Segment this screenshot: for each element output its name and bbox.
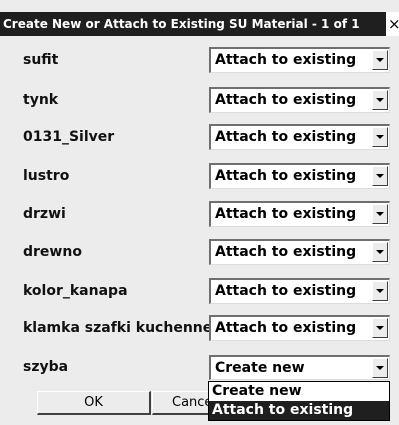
dropdown-option-attach-existing[interactable]: Attach to existing (209, 401, 389, 420)
ok-button[interactable]: OK (37, 391, 151, 415)
material-label: tynk (23, 92, 59, 108)
dialog-title: Create New or Attach to Existing SU Mate… (0, 12, 386, 36)
select-value: Attach to existing (215, 168, 357, 184)
material-select[interactable]: Attach to existing (209, 278, 390, 304)
material-select[interactable]: Attach to existing (209, 124, 390, 150)
material-select[interactable]: Attach to existing (209, 47, 390, 73)
material-select[interactable]: Attach to existing (209, 87, 390, 113)
select-value: Attach to existing (215, 206, 357, 222)
select-value: Attach to existing (215, 52, 357, 68)
material-label: 0131_Silver (23, 129, 115, 145)
dropdown-list: Create new Attach to existing (208, 381, 390, 421)
chevron-down-icon[interactable] (372, 281, 388, 301)
material-dialog: Create New or Attach to Existing SU Mate… (0, 0, 399, 425)
material-label: drzwi (23, 206, 66, 222)
select-value: Attach to existing (215, 92, 357, 108)
chevron-down-icon[interactable] (372, 90, 388, 110)
chevron-down-icon[interactable] (372, 204, 388, 224)
select-value: Create new (215, 360, 305, 376)
chevron-down-icon[interactable] (372, 50, 388, 70)
select-value: Attach to existing (215, 283, 357, 299)
material-select[interactable]: Attach to existing (209, 315, 390, 341)
material-label: sufit (23, 52, 59, 68)
chevron-down-icon[interactable] (372, 166, 388, 186)
chevron-down-icon[interactable] (372, 127, 388, 147)
chevron-down-icon[interactable] (372, 358, 388, 378)
chevron-down-icon[interactable] (372, 318, 388, 338)
select-value: Attach to existing (215, 129, 357, 145)
material-label: lustro (23, 168, 70, 184)
select-value: Attach to existing (215, 320, 357, 336)
chevron-down-icon[interactable] (372, 242, 388, 262)
material-select[interactable]: Attach to existing (209, 239, 390, 265)
material-label: drewno (23, 244, 82, 260)
material-label: szyba (23, 359, 69, 375)
material-label: klamka szafki kuchenne (23, 320, 213, 336)
title-bar: Create New or Attach to Existing SU Mate… (0, 12, 399, 36)
select-value: Attach to existing (215, 244, 357, 260)
material-select[interactable]: Attach to existing (209, 163, 390, 189)
material-select[interactable]: Attach to existing (209, 201, 390, 227)
material-label: kolor_kanapa (23, 283, 128, 299)
close-icon[interactable]: × (388, 15, 399, 33)
dropdown-option-create-new[interactable]: Create new (209, 382, 389, 401)
material-select[interactable]: Create new (209, 355, 390, 380)
